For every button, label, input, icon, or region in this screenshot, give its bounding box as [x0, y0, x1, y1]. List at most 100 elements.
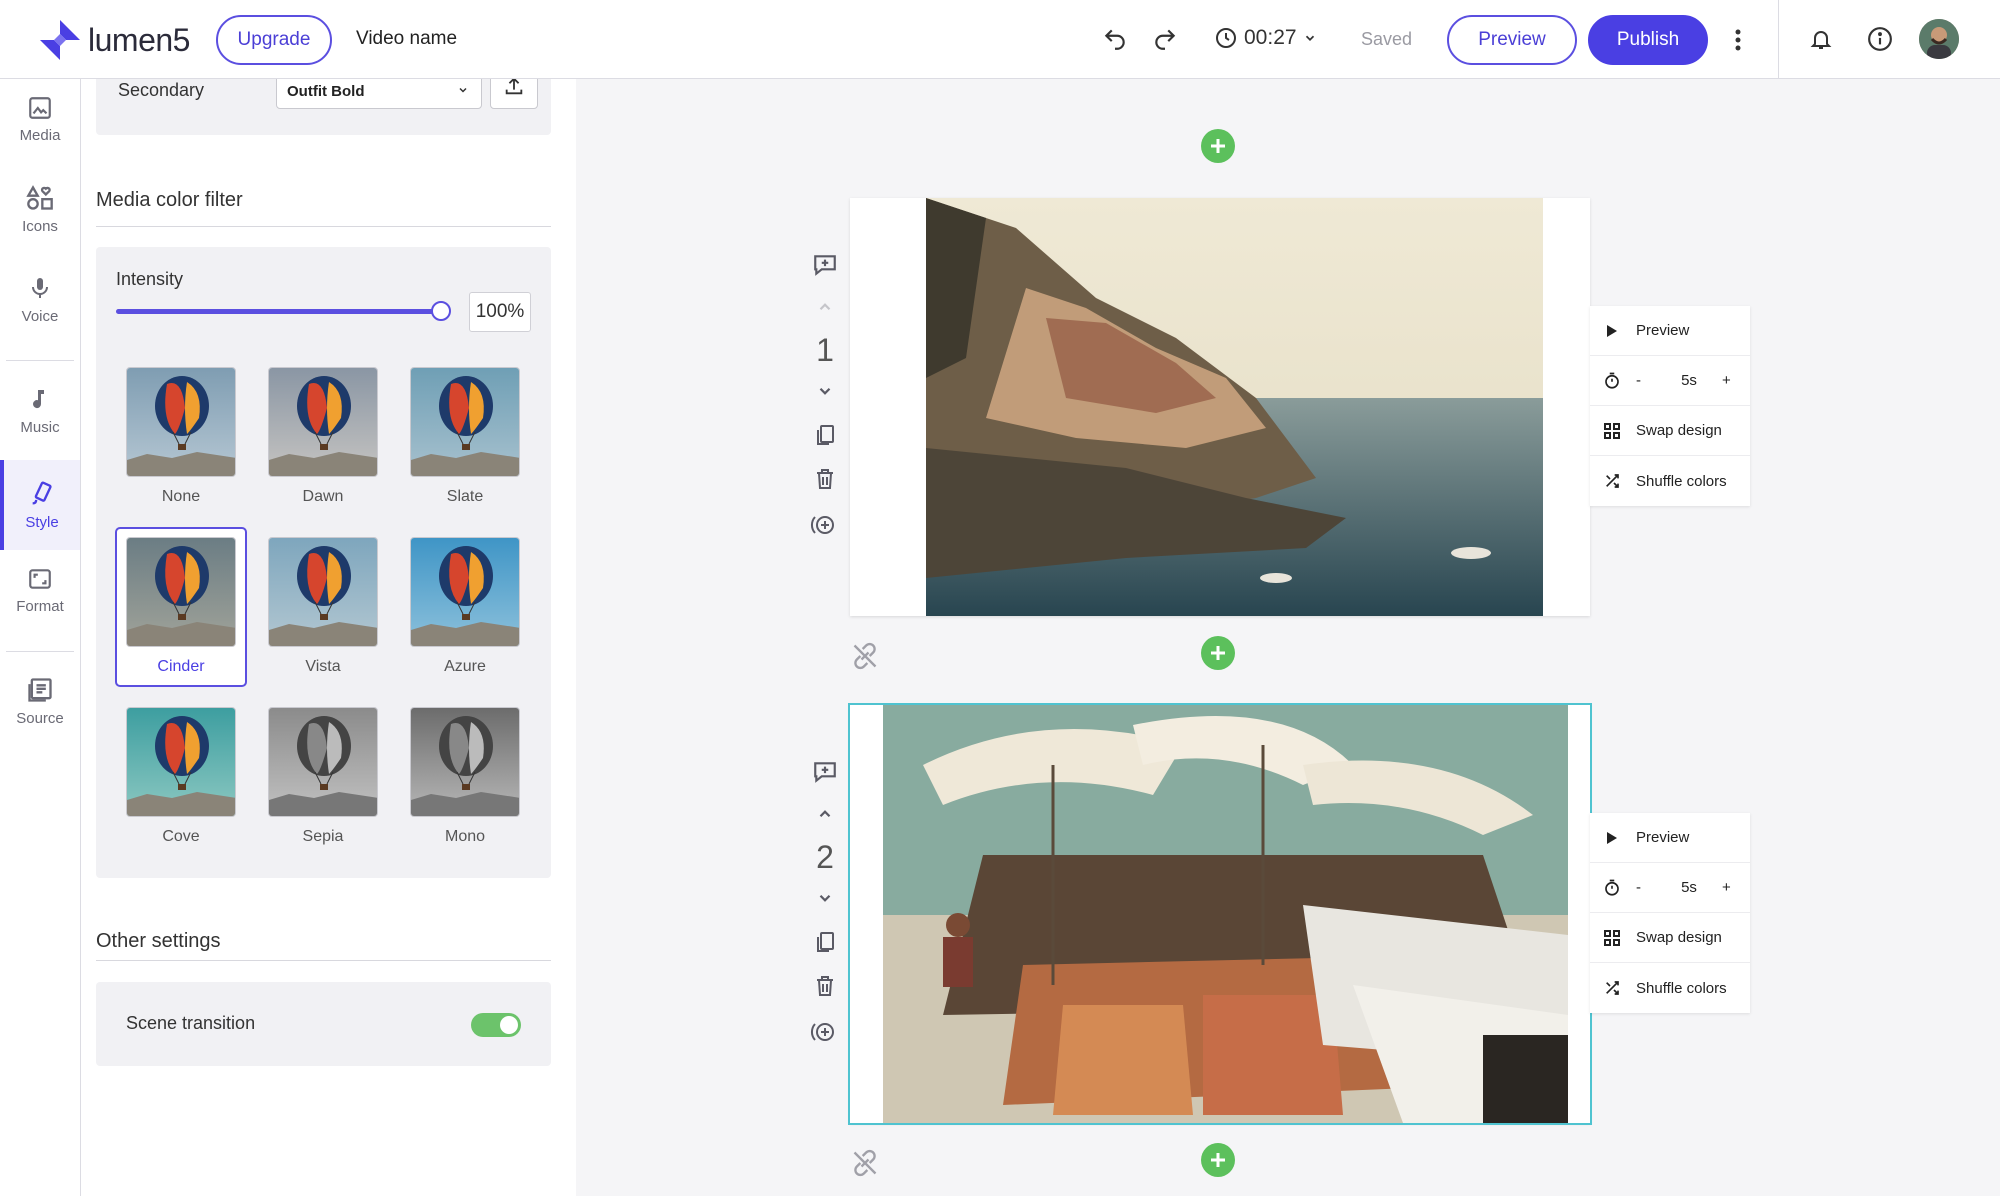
info-icon[interactable]	[1865, 24, 1895, 54]
secondary-font-label: Secondary	[118, 80, 205, 100]
scene-transition-toggle[interactable]	[471, 1013, 521, 1037]
duration-increase-button[interactable]: +	[1722, 879, 1731, 896]
stopwatch-icon	[1602, 879, 1622, 897]
upload-font-button[interactable]	[490, 79, 538, 109]
add-media-icon[interactable]	[810, 512, 840, 552]
secondary-font-select[interactable]: Outfit Bold	[276, 79, 482, 109]
rail-item-media[interactable]: Media	[0, 79, 80, 159]
balloon-thumbnail	[127, 368, 235, 476]
swap-design-button[interactable]: Swap design	[1590, 913, 1750, 963]
balloon-thumbnail	[127, 708, 235, 816]
scene-card[interactable]	[850, 198, 1590, 616]
scene-preview-button[interactable]: Preview	[1590, 813, 1750, 863]
redo-icon[interactable]	[1150, 24, 1180, 54]
more-options-icon[interactable]	[1726, 24, 1750, 56]
rail-item-source[interactable]: Source	[0, 661, 80, 741]
duration-value: 5s	[1681, 879, 1697, 896]
trash-icon[interactable]	[813, 973, 837, 1019]
filter-label: Cove	[162, 828, 200, 845]
rail-label: Media	[19, 126, 61, 144]
upgrade-button[interactable]: Upgrade	[216, 15, 332, 65]
duplicate-icon[interactable]	[813, 422, 837, 466]
filter-option-dawn[interactable]	[268, 367, 378, 477]
rail-item-format[interactable]: Format	[0, 550, 80, 630]
move-up-icon[interactable]	[816, 298, 834, 332]
intensity-slider[interactable]	[116, 301, 451, 321]
preview-button[interactable]: Preview	[1447, 15, 1577, 65]
add-scene-button[interactable]	[1201, 1143, 1235, 1177]
style-panel: Secondary Outfit Bold Media color filter…	[81, 79, 576, 1196]
save-status: Saved	[1361, 29, 1413, 49]
rail-item-style[interactable]: Style	[0, 460, 80, 550]
publish-button[interactable]: Publish	[1588, 15, 1708, 65]
swap-design-button[interactable]: Swap design	[1590, 406, 1750, 456]
intensity-slider-fill	[116, 309, 441, 314]
chevron-down-icon	[459, 87, 467, 93]
bell-icon[interactable]	[1806, 24, 1836, 54]
filter-option-cinder[interactable]	[126, 537, 236, 647]
link-icon[interactable]	[851, 1149, 879, 1182]
avatar[interactable]	[1919, 19, 1959, 59]
rail-label: Format	[16, 597, 64, 615]
filter-label: Azure	[444, 658, 486, 675]
trash-icon[interactable]	[813, 466, 837, 512]
menu-label: Swap design	[1636, 422, 1722, 439]
brand-name: lumen5	[88, 21, 190, 58]
add-text-icon[interactable]	[812, 252, 838, 286]
storyboard-canvas: 1 Preview -5s + Swap design Shuffle color…	[576, 79, 2000, 1196]
intensity-slider-handle[interactable]	[431, 301, 451, 321]
filter-option-vista[interactable]	[268, 537, 378, 647]
filter-option-none[interactable]	[126, 367, 236, 477]
toggle-knob	[500, 1016, 518, 1034]
section-divider	[96, 226, 551, 227]
filter-option-mono[interactable]	[410, 707, 520, 817]
filter-label: Sepia	[302, 828, 344, 845]
filter-option-cove[interactable]	[126, 707, 236, 817]
rail-item-music[interactable]: Music	[0, 370, 80, 450]
duplicate-icon[interactable]	[813, 929, 837, 973]
add-scene-button[interactable]	[1201, 129, 1235, 163]
undo-icon[interactable]	[1100, 24, 1130, 54]
video-name-title[interactable]: Video name	[356, 28, 457, 50]
add-scene-button[interactable]	[1201, 636, 1235, 670]
play-icon	[1602, 831, 1622, 845]
add-media-icon[interactable]	[810, 1019, 840, 1059]
filter-label: Dawn	[302, 488, 344, 505]
menu-label: Preview	[1636, 322, 1690, 339]
move-down-icon[interactable]	[816, 889, 834, 923]
scene-transition-box: Scene transition	[96, 982, 551, 1066]
duration-increase-button[interactable]: +	[1722, 372, 1731, 389]
duration-decrease-button[interactable]: -	[1636, 879, 1666, 896]
scene-card[interactable]	[848, 703, 1592, 1125]
intensity-input[interactable]: 100%	[469, 292, 531, 332]
filter-label: Mono	[444, 828, 486, 845]
scene-1-menu: Preview -5s + Swap design Shuffle colors	[1590, 306, 1750, 506]
move-down-icon[interactable]	[816, 382, 834, 416]
link-icon[interactable]	[851, 642, 879, 675]
rail-label: Music	[20, 418, 60, 436]
rail-item-icons[interactable]: Icons	[0, 169, 80, 249]
balloon-thumbnail	[411, 368, 519, 476]
brand-logo[interactable]: lumen5	[38, 18, 190, 62]
shapes-icon	[26, 184, 53, 210]
duration-value: 5s	[1681, 372, 1697, 389]
upload-icon	[505, 79, 523, 95]
shuffle-colors-button[interactable]: Shuffle colors	[1590, 963, 1750, 1013]
scene-controls: 1	[808, 252, 842, 552]
filter-option-slate[interactable]	[410, 367, 520, 477]
scene-preview-button[interactable]: Preview	[1590, 306, 1750, 356]
duration-decrease-button[interactable]: -	[1636, 372, 1666, 389]
shuffle-colors-button[interactable]: Shuffle colors	[1590, 456, 1750, 506]
rail-item-voice[interactable]: Voice	[0, 259, 80, 339]
filter-option-sepia[interactable]	[268, 707, 378, 817]
add-text-icon[interactable]	[812, 759, 838, 793]
duration-dropdown[interactable]: 00:27	[1214, 26, 1317, 50]
lumen5-logo-icon	[40, 20, 80, 60]
filter-label: Vista	[305, 658, 341, 675]
filter-option-azure[interactable]	[410, 537, 520, 647]
scene-2-menu: Preview -5s + Swap design Shuffle colors	[1590, 813, 1750, 1013]
chevron-down-icon	[1305, 35, 1314, 41]
top-bar: lumen5 Upgrade Video name 00:27 Saved Pr…	[0, 0, 2000, 79]
move-up-icon[interactable]	[816, 805, 834, 839]
play-icon	[1602, 324, 1622, 338]
